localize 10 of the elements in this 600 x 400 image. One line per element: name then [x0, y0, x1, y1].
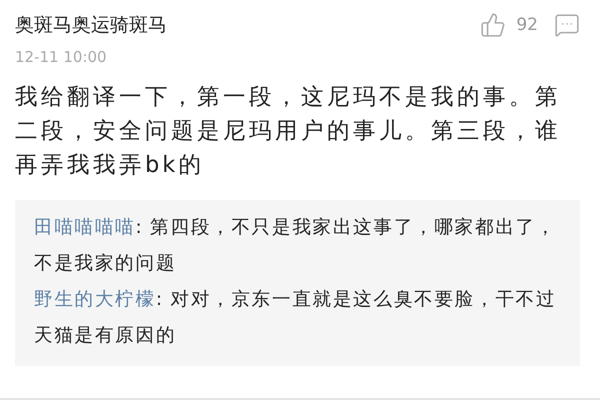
reply-author-link[interactable]: 田喵喵喵喵: [34, 217, 136, 238]
like-icon[interactable]: [480, 12, 506, 38]
reply-text: 野生的大柠檬: 对对，京东一直就是这么臭不要脸，干不过天猫是有原因的: [34, 288, 558, 348]
comment-icon[interactable]: [554, 12, 580, 38]
comment-text: 我给翻译一下，第一段，这尼玛不是我的事。第二段，安全问题是尼玛用户的事儿。第三段，谁再弄我我弄bk的: [15, 83, 562, 180]
reply-author-link[interactable]: 野生的大柠檬: [34, 289, 156, 310]
reply-text: 田喵喵喵喵: 第四段，不只是我家出这事了，哪家都出了，不是我家的问题: [34, 216, 558, 276]
like-count: 92: [516, 15, 538, 35]
comment-time: 12-11 10:00: [15, 48, 108, 66]
comment-author: 奥斑马奥运骑斑马: [15, 13, 168, 38]
